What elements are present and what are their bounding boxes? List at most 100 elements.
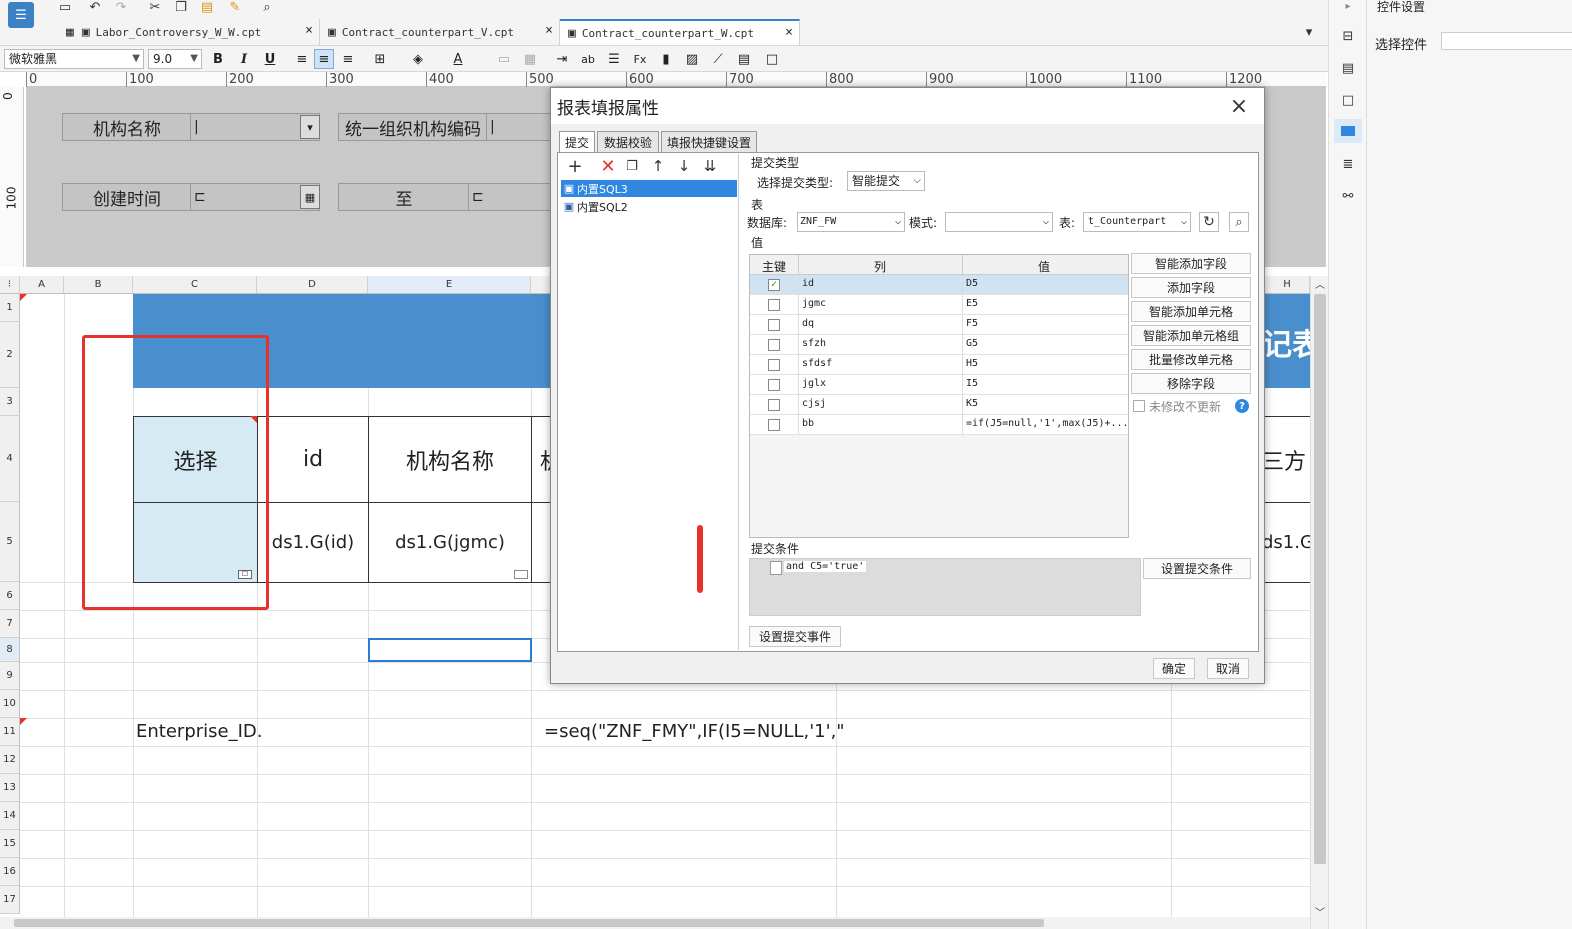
close-icon[interactable]: × — [305, 23, 313, 38]
field-row[interactable]: sfdsf H5 — [750, 355, 1128, 375]
sql-list-item[interactable]: ▣ 内置SQL2 — [561, 198, 737, 215]
slash-icon[interactable]: ⟋ — [708, 49, 728, 69]
row-header[interactable]: 5 — [0, 502, 20, 582]
delete-icon[interactable]: ✕ — [599, 156, 617, 177]
field-value[interactable]: D5 — [966, 278, 978, 289]
tab-submit[interactable]: 提交 — [559, 131, 595, 153]
column-header-b[interactable]: B — [64, 276, 133, 294]
cell-h5[interactable]: ds1.G(s — [1262, 502, 1310, 583]
column-header-d[interactable]: D — [257, 276, 368, 294]
condition-attribute-icon[interactable]: ≣ — [1338, 154, 1358, 174]
field-value[interactable]: I5 — [966, 378, 978, 389]
primary-key-checkbox[interactable] — [768, 359, 780, 371]
table-select[interactable]: t_Counterpart ⌵ — [1083, 212, 1191, 232]
horizontal-scrollbar[interactable] — [0, 917, 1310, 929]
cell-d5[interactable]: ds1.G(id) — [257, 502, 369, 583]
row-header[interactable]: 17 — [0, 886, 20, 914]
align-right-icon[interactable]: ≡ — [338, 49, 358, 69]
refresh-icon[interactable]: ↻ — [1199, 212, 1219, 232]
sql-list-item-selected[interactable]: ▣ 内置SQL3 — [561, 180, 737, 197]
smart-add-fields-button[interactable]: 智能添加字段 — [1131, 253, 1251, 274]
column-header-h[interactable]: H — [1265, 276, 1310, 294]
move-down-icon[interactable]: ↓ — [675, 156, 693, 176]
column-header-c[interactable]: C — [133, 276, 257, 294]
row-header[interactable]: 13 — [0, 774, 20, 802]
select-widget-input[interactable] — [1441, 32, 1572, 50]
ok-button[interactable]: 确定 — [1153, 658, 1195, 679]
row-header[interactable]: 3 — [0, 388, 20, 416]
row-header[interactable]: 2 — [0, 322, 20, 388]
add-icon[interactable]: + — [563, 156, 587, 177]
submit-type-select[interactable]: 智能提交 ⌵ — [847, 171, 925, 191]
cell-element-icon[interactable]: ⊟ — [1338, 26, 1358, 46]
scrollbar-thumb[interactable] — [14, 919, 1044, 927]
tab-labor-controversy[interactable]: ▦ ▣ Labor_Controversy_W_W.cpt × — [58, 19, 320, 45]
row-header[interactable]: 9 — [0, 662, 20, 690]
row-header[interactable]: 16 — [0, 858, 20, 886]
row-header[interactable]: 4 — [0, 416, 20, 502]
no-update-checkbox[interactable] — [1133, 400, 1145, 412]
italic-button[interactable]: I — [234, 49, 254, 69]
field-value[interactable]: K5 — [966, 398, 978, 409]
field-row[interactable]: jglx I5 — [750, 375, 1128, 395]
select-all-corner[interactable]: ⁝ — [0, 276, 20, 294]
paste-icon[interactable]: ▤ — [198, 0, 216, 15]
fill-color-icon[interactable]: ◈ — [408, 49, 428, 69]
cell-d4-id-header[interactable]: id — [257, 416, 369, 503]
field-row[interactable]: sfzh G5 — [750, 335, 1128, 355]
vertical-scrollbar[interactable]: ︿ ﹀ — [1310, 276, 1328, 929]
cut-icon[interactable]: ✂ — [146, 0, 164, 15]
cell-e4-org-name-header[interactable]: 机构名称 — [368, 416, 532, 503]
text-icon[interactable]: ab — [578, 49, 598, 69]
smart-add-cell-group-button[interactable]: 智能添加单元格组 — [1131, 325, 1251, 346]
add-field-button[interactable]: 添加字段 — [1131, 277, 1251, 298]
tab-data-validation[interactable]: 数据校验 — [597, 131, 659, 153]
cell-e5[interactable]: ds1.G(jgmc) — [368, 502, 532, 583]
primary-key-checkbox[interactable] — [768, 419, 780, 431]
close-icon[interactable]: × — [785, 25, 793, 40]
field-row[interactable]: jgmc E5 — [750, 295, 1128, 315]
tab-contract-counterpart-v[interactable]: ▣ Contract_counterpart_V.cpt × — [320, 19, 560, 45]
close-icon[interactable]: × — [545, 23, 553, 38]
unified-code-input[interactable]: | — [486, 113, 556, 141]
row-header[interactable]: 1 — [0, 294, 20, 322]
set-submit-event-button[interactable]: 设置提交事件 — [749, 626, 841, 647]
selected-cell-e8[interactable] — [368, 638, 532, 662]
align-center-icon[interactable]: ≡ — [314, 49, 334, 69]
set-condition-button[interactable]: 设置提交条件 — [1143, 558, 1251, 579]
condition-value[interactable]: and C5='true' — [784, 561, 867, 572]
smart-add-cells-button[interactable]: 智能添加单元格 — [1131, 301, 1251, 322]
row-header[interactable]: 15 — [0, 830, 20, 858]
float-element-icon[interactable]: □ — [1338, 90, 1358, 110]
font-color-icon[interactable]: A — [448, 49, 468, 69]
close-icon[interactable]: × — [1227, 94, 1251, 119]
preview-icon[interactable]: ⌕ — [258, 0, 276, 15]
batch-modify-cells-button[interactable]: 批量修改单元格 — [1131, 349, 1251, 370]
sort-icon[interactable]: ⇊ — [701, 156, 719, 176]
paragraph-icon[interactable]: ☰ — [604, 49, 624, 69]
cell-f11[interactable]: =seq("ZNF_FMY",IF(I5=NULL,'1'," — [544, 720, 845, 744]
created-time-end-input[interactable]: ⊏ — [468, 183, 556, 211]
row-header[interactable]: 10 — [0, 690, 20, 718]
image-icon[interactable]: ▨ — [682, 49, 702, 69]
text-wrap-icon[interactable]: ⇥ — [552, 49, 572, 69]
field-value[interactable]: =if(J5=null,'1',max(J5)+... — [966, 418, 1129, 429]
cell-h4-header[interactable]: 三方 — [1262, 416, 1310, 503]
primary-key-checkbox[interactable] — [768, 399, 780, 411]
copy-icon[interactable]: ❐ — [623, 156, 641, 176]
hyperlink-icon[interactable]: ⚯ — [1338, 186, 1358, 206]
scroll-up-icon[interactable]: ︿ — [1313, 276, 1327, 291]
row-header[interactable]: 14 — [0, 802, 20, 830]
field-row[interactable]: bb =if(J5=null,'1',max(J5)+... — [750, 415, 1129, 435]
scroll-down-icon[interactable]: ﹀ — [1313, 904, 1327, 919]
preview-table-icon[interactable]: ⌕ — [1229, 212, 1249, 232]
subreport-icon[interactable]: ▤ — [734, 49, 754, 69]
scrollbar-thumb[interactable] — [1314, 294, 1326, 864]
format-painter-icon[interactable]: ✎ — [226, 0, 244, 15]
row-header[interactable]: 7 — [0, 610, 20, 638]
widget-border-icon[interactable]: □ — [762, 49, 782, 69]
move-up-icon[interactable]: ↑ — [649, 156, 667, 176]
bold-button[interactable]: B — [208, 49, 228, 69]
cell-c11[interactable]: Enterprise_ID. — [136, 720, 262, 744]
row-header[interactable]: 11 — [0, 718, 20, 746]
